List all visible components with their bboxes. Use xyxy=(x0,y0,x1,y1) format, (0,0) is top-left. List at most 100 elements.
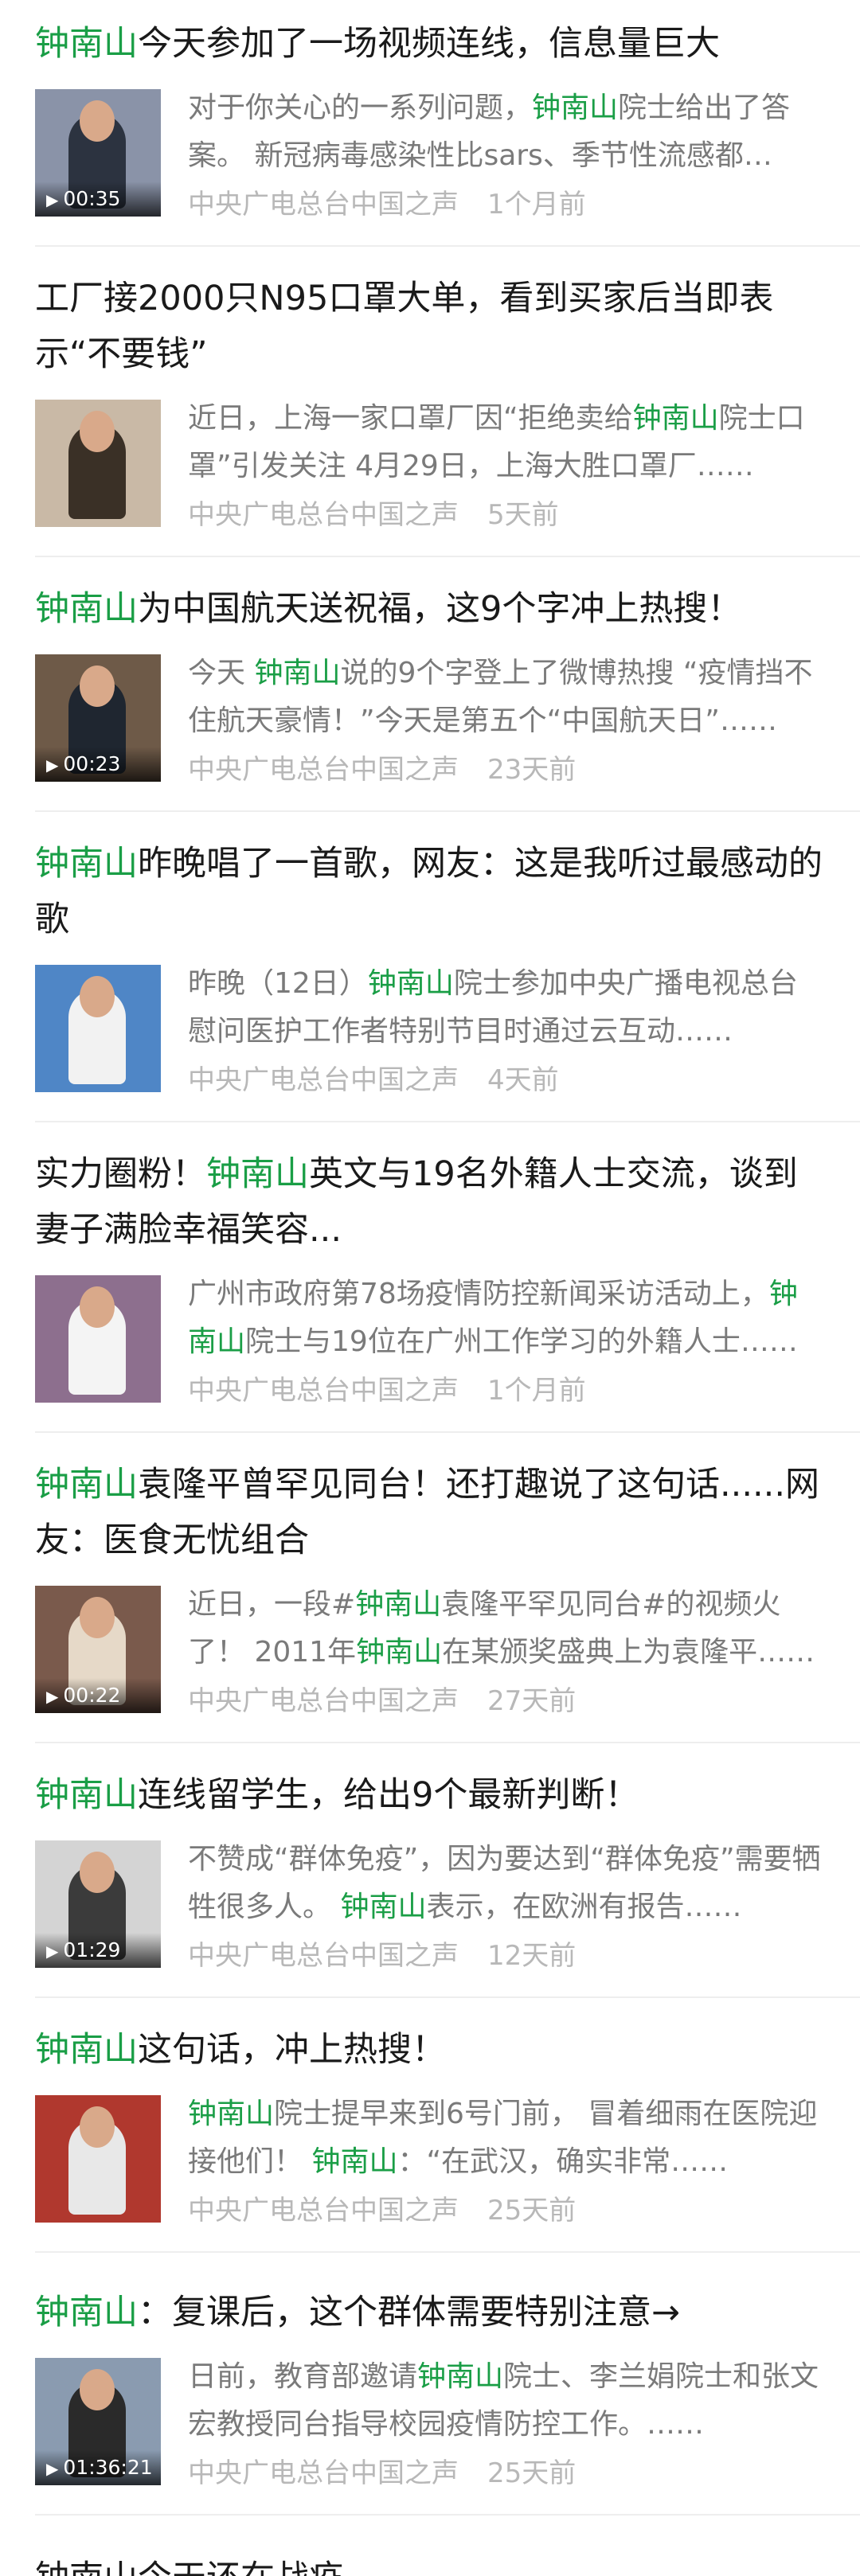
news-meta: 中央广电总台中国之声 4天前 xyxy=(188,1060,825,1100)
video-duration: ▶ 01:29 xyxy=(35,1933,161,1968)
news-summary: 对于你关心的一系列问题，钟南山院士给出了答案。 新冠病毒感染性比sars、季节性… xyxy=(188,84,825,180)
text-segment: 日前，教育部邀请 xyxy=(188,2360,418,2393)
news-meta: 中央广电总台中国之声 5天前 xyxy=(188,495,825,535)
item-divider xyxy=(35,245,860,247)
news-time: 23天前 xyxy=(487,754,577,786)
news-title[interactable]: 钟南山这句话，冲上热搜！ xyxy=(35,2022,831,2078)
news-title[interactable]: 钟南山今天参加了一场视频连线，信息量巨大 xyxy=(35,16,831,72)
thumbnail-face xyxy=(80,2106,115,2148)
thumbnail-face xyxy=(80,1852,115,1893)
news-thumbnail[interactable] xyxy=(35,2095,161,2223)
play-icon: ▶ xyxy=(46,190,59,209)
news-meta: 中央广电总台中国之声 27天前 xyxy=(188,1681,825,1721)
item-divider xyxy=(35,810,860,812)
video-duration: ▶ 00:22 xyxy=(35,1678,161,1713)
news-source: 中央广电总台中国之声 xyxy=(188,1375,459,1407)
keyword-highlight: 钟南山 xyxy=(188,2098,275,2130)
text-segment: 在某颁奖盛典上为袁隆平…… xyxy=(442,1636,815,1669)
keyword-highlight: 钟南山 xyxy=(532,92,619,124)
news-source: 中央广电总台中国之声 xyxy=(188,1940,459,1972)
keyword-highlight: 钟南山 xyxy=(35,2293,138,2332)
news-thumbnail[interactable]: ▶ 00:22 xyxy=(35,1586,161,1713)
news-thumbnail[interactable]: ▶ 00:23 xyxy=(35,654,161,782)
news-thumbnail[interactable]: ▶ 01:29 xyxy=(35,1840,161,1968)
news-time: 12天前 xyxy=(487,1940,577,1972)
news-source: 中央广电总台中国之声 xyxy=(188,754,459,786)
item-divider xyxy=(35,1996,860,1998)
text-segment: 工厂接2000只N95口罩大单，看到买家后当即表示“不要钱” xyxy=(35,279,774,374)
keyword-highlight: 钟南山 xyxy=(340,1891,427,1923)
thumbnail-face xyxy=(80,976,115,1017)
news-summary: 今天 钟南山说的9个字登上了微博热搜 “疫情挡不住航天豪情！”今天是第五个“中国… xyxy=(188,650,825,745)
news-meta: 中央广电总台中国之声 25天前 xyxy=(188,2453,825,2493)
video-duration: ▶ 01:36:21 xyxy=(35,2450,161,2485)
duration-label: 01:36:21 xyxy=(63,2456,153,2479)
news-time: 5天前 xyxy=(487,499,559,531)
text-segment: 今天 xyxy=(188,657,255,689)
item-divider xyxy=(35,1121,860,1122)
item-divider xyxy=(35,556,860,557)
news-time: 4天前 xyxy=(487,1064,559,1096)
thumbnail-face xyxy=(80,1286,115,1328)
text-segment: 对于你关心的一系列问题， xyxy=(188,92,533,124)
news-thumbnail[interactable]: ▶ 01:36:21 xyxy=(35,2358,161,2485)
duration-label: 00:23 xyxy=(63,752,121,775)
news-summary: 近日，一段#钟南山袁隆平罕见同台#的视频火了！ 2011年钟南山在某颁奖盛典上为… xyxy=(188,1581,825,1676)
news-source: 中央广电总台中国之声 xyxy=(188,1685,459,1717)
news-thumbnail[interactable] xyxy=(35,400,161,527)
keyword-highlight: 钟南山 xyxy=(35,2030,138,2070)
play-icon: ▶ xyxy=(46,1942,59,1961)
item-divider xyxy=(35,1431,860,1433)
keyword-highlight: 钟南山 xyxy=(254,657,341,689)
keyword-highlight: 钟南山 xyxy=(356,1636,443,1669)
text-segment: 实力圈粉！ xyxy=(35,1154,206,1194)
duration-label: 00:22 xyxy=(63,1684,121,1707)
item-divider xyxy=(35,2251,860,2253)
news-title[interactable]: 钟南山袁隆平曾罕见同台！还打趣说了这句话......网友：医食无忧组合 xyxy=(35,1457,831,1568)
thumbnail-face xyxy=(80,100,115,142)
thumbnail-face xyxy=(80,2369,115,2410)
partial-next-item-title[interactable]: 钟南山今天还在战疫…… xyxy=(35,2551,831,2576)
keyword-highlight: 钟南山 xyxy=(632,402,719,435)
news-summary: 近日，上海一家口罩厂因“拒绝卖给钟南山院士口罩”引发关注 4月29日，上海大胜口… xyxy=(188,395,825,490)
news-title[interactable]: 实力圈粉！钟南山英文与19名外籍人士交流，谈到妻子满脸幸福笑容... xyxy=(35,1146,831,1258)
text-segment: 近日，一段# xyxy=(188,1588,356,1621)
news-title[interactable]: 钟南山为中国航天送祝福，这9个字冲上热搜！ xyxy=(35,581,831,637)
text-segment: 为中国航天送祝福，这9个字冲上热搜！ xyxy=(138,589,742,629)
text-segment: 袁隆平曾罕见同台！还打趣说了这句话......网友：医食无忧组合 xyxy=(35,1465,820,1560)
news-time: 1个月前 xyxy=(487,189,586,221)
item-divider xyxy=(35,1742,860,1743)
news-source: 中央广电总台中国之声 xyxy=(188,2195,459,2227)
keyword-highlight: 钟南山 xyxy=(311,2145,398,2178)
news-source: 中央广电总台中国之声 xyxy=(188,189,459,221)
news-title[interactable]: 工厂接2000只N95口罩大单，看到买家后当即表示“不要钱” xyxy=(35,271,831,382)
duration-label: 01:29 xyxy=(63,1938,121,1961)
news-summary: 昨晚（12日）钟南山院士参加中央广播电视总台慰问医护工作者特别节目时通过云互动…… xyxy=(188,960,825,1056)
play-icon: ▶ xyxy=(46,2459,59,2478)
thumbnail-face xyxy=(80,411,115,452)
news-meta: 中央广电总台中国之声 25天前 xyxy=(188,2191,825,2231)
news-time: 27天前 xyxy=(487,1685,577,1717)
news-title[interactable]: 钟南山连线留学生，给出9个最新判断！ xyxy=(35,1767,831,1823)
text-segment: 连线留学生，给出9个最新判断！ xyxy=(138,1775,639,1815)
news-title[interactable]: 钟南山：复课后，这个群体需要特别注意→ xyxy=(35,2285,831,2340)
news-thumbnail[interactable]: ▶ 00:35 xyxy=(35,89,161,217)
news-summary: 广州市政府第78场疫情防控新闻采访活动上，钟南山院士与19位在广州工作学习的外籍… xyxy=(188,1270,825,1366)
keyword-highlight: 钟南山 xyxy=(206,1154,309,1194)
news-thumbnail[interactable] xyxy=(35,1275,161,1403)
keyword-highlight: 钟南山 xyxy=(35,844,138,884)
news-meta: 中央广电总台中国之声 1个月前 xyxy=(188,185,825,224)
play-icon: ▶ xyxy=(46,1687,59,1706)
keyword-highlight: 钟南山 xyxy=(367,967,454,1000)
news-summary: 日前，教育部邀请钟南山院士、李兰娟院士和张文宏教授同台指导校园疫情防控工作。…… xyxy=(188,2353,825,2449)
keyword-highlight: 钟南山 xyxy=(417,2360,504,2393)
news-thumbnail[interactable] xyxy=(35,965,161,1092)
text-segment: 昨晚（12日） xyxy=(188,967,368,1000)
news-time: 25天前 xyxy=(487,2195,577,2227)
news-summary: 钟南山院士提早来到6号门前， 冒着细雨在医院迎接他们！ 钟南山：“在武汉，确实非… xyxy=(188,2090,825,2186)
text-segment: 这句话，冲上热搜！ xyxy=(138,2030,446,2070)
news-meta: 中央广电总台中国之声 1个月前 xyxy=(188,1371,825,1411)
news-source: 中央广电总台中国之声 xyxy=(188,2457,459,2489)
news-time: 25天前 xyxy=(487,2457,577,2489)
news-title[interactable]: 钟南山昨晚唱了一首歌，网友：这是我听过最感动的歌 xyxy=(35,836,831,947)
